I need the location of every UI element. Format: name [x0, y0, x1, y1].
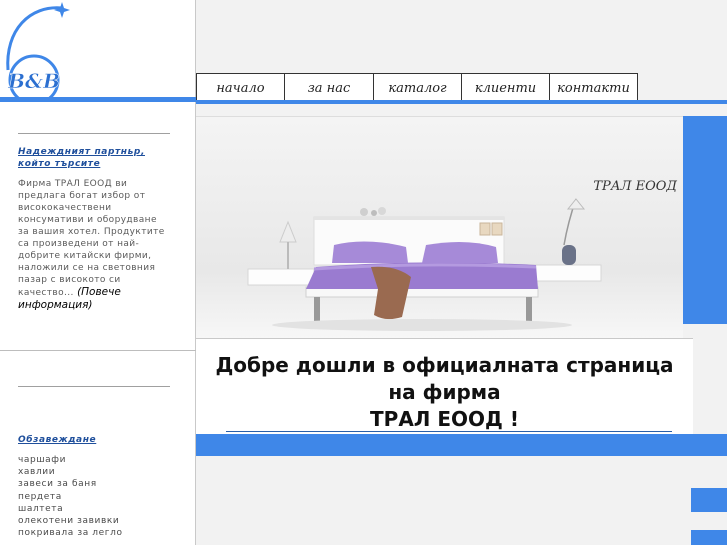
- welcome-panel: Добре дошли в официалната страница на фи…: [196, 338, 693, 434]
- list-item[interactable]: олекотени завивки: [18, 515, 123, 527]
- header-bar: [0, 97, 196, 102]
- nav-home[interactable]: начало: [197, 74, 285, 102]
- nav-about[interactable]: за нас: [285, 74, 374, 102]
- list-item[interactable]: покривала за легло: [18, 527, 123, 539]
- nav-catalog[interactable]: каталог: [374, 74, 462, 102]
- welcome-heading-line2: на фирма: [388, 380, 501, 404]
- welcome-heading-line1: Добре дошли в официалната страница: [215, 353, 674, 377]
- sidebar: B&B Надеждният партньр, който търсите Фи…: [0, 0, 196, 545]
- blue-band: [196, 434, 727, 456]
- list-item[interactable]: чаршафи: [18, 454, 123, 466]
- list-item[interactable]: шалтета: [18, 503, 123, 515]
- intro-paragraph: Фирма ТРАЛ ЕООД ви предлага богат избор …: [18, 178, 168, 312]
- list-item[interactable]: завеси за баня: [18, 478, 123, 490]
- list-item[interactable]: хавлии: [18, 466, 123, 478]
- divider: [18, 386, 170, 387]
- nav-underline: [196, 100, 727, 104]
- welcome-heading-line3: ТРАЛ ЕООД !: [370, 407, 519, 431]
- divider: [226, 431, 672, 432]
- divider: [18, 133, 170, 134]
- furnish-heading[interactable]: Обзавеждане: [18, 434, 96, 446]
- logo-text: B&B: [7, 69, 60, 93]
- nav-contacts[interactable]: контакти: [550, 74, 638, 102]
- bedroom-illustration: [247, 198, 602, 331]
- list-item[interactable]: пердета: [18, 491, 123, 503]
- intro-text: Фирма ТРАЛ ЕООД ви предлага богат избор …: [18, 179, 165, 298]
- furnish-list: чаршафи хавлии завеси за баня пердета ша…: [18, 454, 123, 539]
- decor-block: [691, 488, 727, 512]
- hero-image: ТРАЛ ЕООД: [196, 116, 683, 338]
- intro-heading[interactable]: Надеждният партньр, който търсите: [18, 146, 170, 170]
- section-divider: [0, 350, 196, 351]
- main-nav: начало за нас каталог клиенти контакти: [196, 73, 638, 103]
- hero-brand: ТРАЛ ЕООД: [593, 179, 677, 194]
- nav-clients[interactable]: клиенти: [462, 74, 550, 102]
- decor-block: [691, 530, 727, 545]
- decor-block: [683, 116, 727, 324]
- bb-logo[interactable]: B&B: [0, 0, 80, 100]
